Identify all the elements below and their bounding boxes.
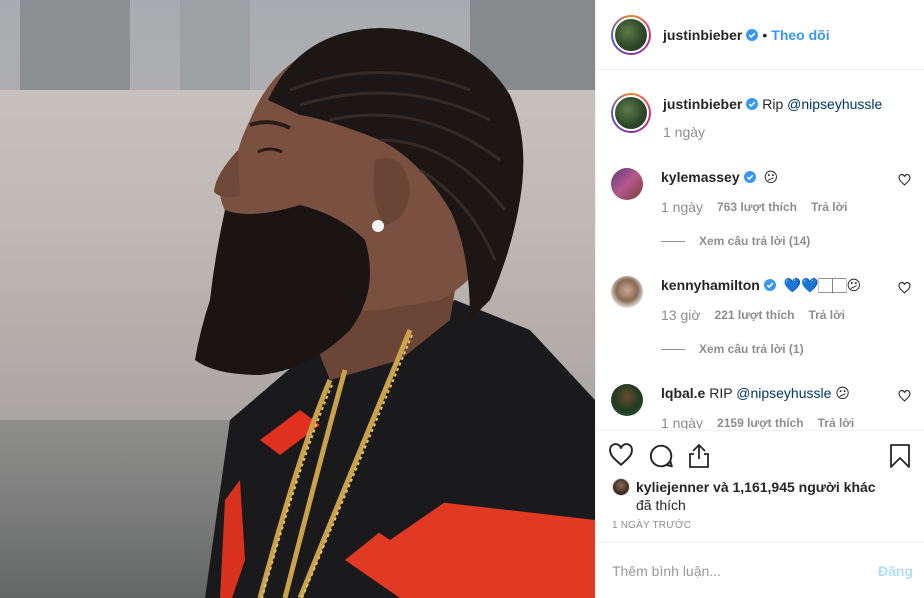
liked-line2: đã thích bbox=[636, 497, 686, 513]
comment-input[interactable] bbox=[612, 562, 878, 579]
header-info: justinbieber • Theo dõi bbox=[663, 27, 830, 43]
comment-item: kennyhamilton 💙💙🏻🏻😕 13 giờ 221 lượt thíc… bbox=[611, 276, 911, 324]
caption: justinbieber Rip @nipseyhussle 1 ngày bbox=[611, 93, 911, 141]
liked-by-text: kyliejenner và 1,161,945 người khác đã t… bbox=[636, 478, 876, 514]
commenter-avatar[interactable] bbox=[611, 276, 643, 308]
reply-button[interactable]: Trả lời bbox=[808, 306, 845, 324]
comment-text: 💙💙🏻🏻😕 bbox=[783, 277, 862, 293]
likes-count[interactable]: và 1,161,945 người khác bbox=[713, 479, 876, 495]
comment-item: lqbal.e RIP @nipseyhussle 😕 1 ngày 2159 … bbox=[611, 384, 911, 429]
comment-mention[interactable]: @nipseyhussle bbox=[736, 385, 831, 401]
verified-badge-icon bbox=[746, 98, 759, 110]
post-comment-button[interactable]: Đăng bbox=[878, 563, 913, 579]
caption-mention[interactable]: @nipseyhussle bbox=[787, 96, 882, 112]
caption-time[interactable]: 1 ngày bbox=[663, 123, 705, 141]
verified-badge-icon bbox=[746, 28, 759, 41]
comments-list[interactable]: justinbieber Rip @nipseyhussle 1 ngày ky… bbox=[596, 71, 924, 429]
comment-body: lqbal.e RIP @nipseyhussle 😕 1 ngày 2159 … bbox=[661, 384, 911, 429]
comment-body: kennyhamilton 💙💙🏻🏻😕 13 giờ 221 lượt thíc… bbox=[661, 276, 911, 324]
post-timestamp[interactable]: 1 NGÀY TRƯỚC bbox=[612, 520, 691, 531]
comment-username[interactable]: kylemassey bbox=[661, 169, 740, 185]
bookmark-icon[interactable] bbox=[889, 443, 911, 469]
comment-username[interactable]: kennyhamilton bbox=[661, 277, 760, 293]
comment-icon[interactable] bbox=[648, 443, 674, 469]
post-header: justinbieber • Theo dõi bbox=[596, 0, 924, 70]
comment-body: kylemassey 😕 1 ngày 763 lượt thích Trả l… bbox=[661, 168, 911, 216]
follow-button[interactable]: Theo dõi bbox=[771, 27, 829, 43]
reply-button[interactable]: Trả lời bbox=[818, 414, 855, 429]
comment-item: kylemassey 😕 1 ngày 763 lượt thích Trả l… bbox=[611, 168, 911, 216]
liker-avatar[interactable] bbox=[612, 478, 630, 496]
view-replies[interactable]: Xem câu trả lời (14) bbox=[661, 234, 810, 248]
replies-line bbox=[661, 348, 685, 350]
view-replies-label[interactable]: Xem câu trả lời (14) bbox=[699, 234, 810, 248]
heart-icon[interactable] bbox=[898, 390, 911, 402]
comment-time[interactable]: 13 giờ bbox=[661, 306, 701, 324]
comment-likes[interactable]: 763 lượt thích bbox=[717, 198, 797, 216]
comment-likes[interactable]: 2159 lượt thích bbox=[717, 414, 804, 429]
view-replies[interactable]: Xem câu trả lời (1) bbox=[661, 342, 804, 356]
post-sidebar: justinbieber • Theo dõi justinbieber Rip… bbox=[595, 0, 924, 598]
share-icon[interactable] bbox=[687, 443, 711, 469]
comment-likes[interactable]: 221 lượt thích bbox=[715, 306, 795, 324]
comment-text: 😕 bbox=[763, 169, 779, 185]
caption-text: Rip bbox=[762, 96, 784, 112]
comment-text: RIP bbox=[709, 385, 733, 401]
comment-username[interactable]: lqbal.e bbox=[661, 385, 705, 401]
heart-icon[interactable] bbox=[898, 282, 911, 294]
caption-username[interactable]: justinbieber bbox=[663, 96, 742, 112]
comment-time[interactable]: 1 ngày bbox=[661, 414, 703, 429]
replies-line bbox=[661, 240, 685, 242]
heart-icon[interactable] bbox=[898, 174, 911, 186]
portrait-illustration bbox=[195, 28, 595, 598]
separator-dot: • bbox=[762, 26, 768, 43]
add-comment-form: Đăng bbox=[596, 542, 924, 598]
view-replies-label[interactable]: Xem câu trả lời (1) bbox=[699, 342, 804, 356]
instagram-post: justinbieber • Theo dõi justinbieber Rip… bbox=[0, 0, 924, 598]
verified-badge-icon bbox=[763, 279, 776, 291]
commenter-avatar[interactable] bbox=[611, 168, 643, 200]
comment-time[interactable]: 1 ngày bbox=[661, 198, 703, 216]
action-bar bbox=[596, 430, 924, 470]
reply-button[interactable]: Trả lời bbox=[811, 198, 848, 216]
liked-by[interactable]: kyliejenner và 1,161,945 người khác đã t… bbox=[612, 478, 876, 514]
author-username[interactable]: justinbieber bbox=[663, 27, 742, 43]
heart-icon[interactable] bbox=[608, 443, 634, 467]
author-avatar[interactable] bbox=[611, 14, 651, 55]
caption-body: justinbieber Rip @nipseyhussle 1 ngày bbox=[663, 93, 911, 141]
verified-badge-icon bbox=[743, 171, 756, 183]
liker-username[interactable]: kyliejenner bbox=[636, 479, 709, 495]
caption-avatar[interactable] bbox=[611, 93, 651, 133]
post-photo[interactable] bbox=[0, 0, 595, 598]
comment-emoji: 😕 bbox=[835, 385, 850, 401]
commenter-avatar[interactable] bbox=[611, 384, 643, 416]
